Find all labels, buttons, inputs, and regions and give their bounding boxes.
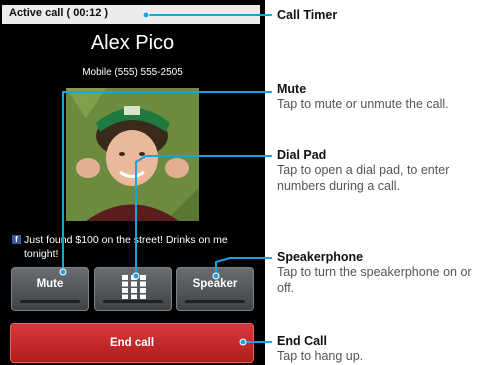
callout-timer-title: Call Timer	[277, 8, 338, 22]
callout-mute-desc: Tap to mute or unmute the call.	[277, 97, 449, 111]
callout-dialpad: Dial Pad Tap to open a dial pad, to ente…	[277, 148, 482, 194]
callout-speaker-title: Speakerphone	[277, 250, 364, 264]
callout-speaker: Speakerphone Tap to turn the speakerphon…	[277, 250, 482, 296]
callout-mute-title: Mute	[277, 82, 307, 96]
callout-end-desc: Tap to hang up.	[277, 349, 364, 363]
callout-dialpad-title: Dial Pad	[277, 148, 327, 162]
mute-callout-line	[62, 91, 272, 272]
speaker-callout-line	[215, 257, 272, 276]
callout-speaker-desc: Tap to turn the speakerphone on or off.	[277, 265, 472, 295]
callout-dialpad-desc: Tap to open a dial pad, to enter numbers…	[277, 163, 450, 193]
callout-mute: Mute Tap to mute or unmute the call.	[277, 82, 482, 112]
callout-end-title: End Call	[277, 334, 328, 348]
callout-end: End Call Tap to hang up.	[277, 334, 482, 364]
